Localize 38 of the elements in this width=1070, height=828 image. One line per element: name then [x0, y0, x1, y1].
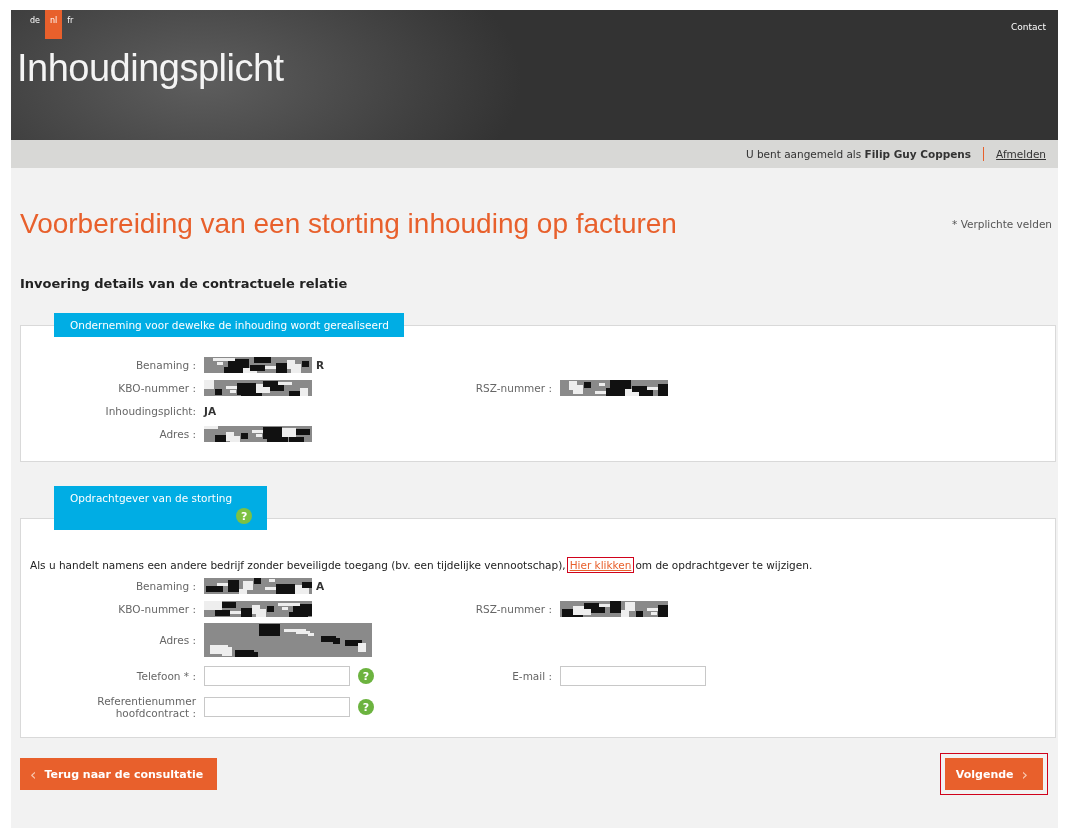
- field-label: Referentienummer hoofdcontract :: [96, 695, 196, 719]
- field-label: Adres :: [158, 428, 196, 440]
- field-label: E-mail :: [511, 670, 552, 682]
- help-icon[interactable]: ?: [236, 508, 253, 524]
- field-label: Inhoudingsplicht:: [104, 405, 196, 417]
- value-text: JA: [204, 405, 217, 417]
- value-text: A: [316, 580, 325, 592]
- input-field[interactable]: [560, 666, 706, 686]
- field-label: Benaming :: [134, 359, 196, 371]
- section-heading: Invoering details van de contractuele relatie: [20, 276, 349, 291]
- help-icon[interactable]: ?: [358, 668, 374, 684]
- value-text: R: [316, 359, 325, 371]
- input-field[interactable]: [204, 666, 350, 686]
- field-label: KBO-nummer :: [117, 603, 196, 615]
- section-title: Opdrachtgever van de storting: [70, 492, 233, 504]
- change-link[interactable]: Hier klikken: [567, 558, 634, 572]
- field-label: RSZ-nummer :: [474, 603, 552, 615]
- instruction-text: Als u handelt namens een andere bedrijf zonder beveiligde toegang (bv. een tijdelijke vennootschap),: [30, 559, 566, 571]
- language-tab[interactable]: nl: [45, 10, 63, 39]
- field-label: Telefoon * :: [135, 670, 196, 682]
- field-label: KBO-nummer :: [117, 382, 196, 394]
- language-tab[interactable]: fr: [62, 10, 79, 39]
- back-button[interactable]: ‹ Terug naar de consultatie: [20, 758, 218, 790]
- instruction-text: om de opdrachtgever te wijzigen.: [635, 559, 813, 571]
- field-label: Adres :: [158, 634, 196, 646]
- field-label: RSZ-nummer :: [474, 382, 552, 394]
- next-button[interactable]: Volgende ›: [939, 753, 1048, 795]
- login-status: U bent aangemeld als Filip Guy Coppens: [745, 148, 972, 160]
- page-title: Voorbereiding van een storting inhouding op facturen: [20, 208, 677, 240]
- required-note: * Verplichte velden: [952, 218, 1052, 230]
- input-field[interactable]: [204, 697, 350, 717]
- section-title: Onderneming voor dewelke de inhouding wordt gerealiseerd: [70, 319, 389, 331]
- help-icon[interactable]: ?: [358, 699, 374, 715]
- language-tab[interactable]: de: [25, 10, 45, 39]
- field-label: Benaming :: [134, 580, 196, 592]
- site-title: Inhoudingsplicht: [17, 47, 285, 90]
- contact-link[interactable]: Contact: [1011, 10, 1046, 32]
- logout-link[interactable]: Afmelden: [996, 148, 1046, 160]
